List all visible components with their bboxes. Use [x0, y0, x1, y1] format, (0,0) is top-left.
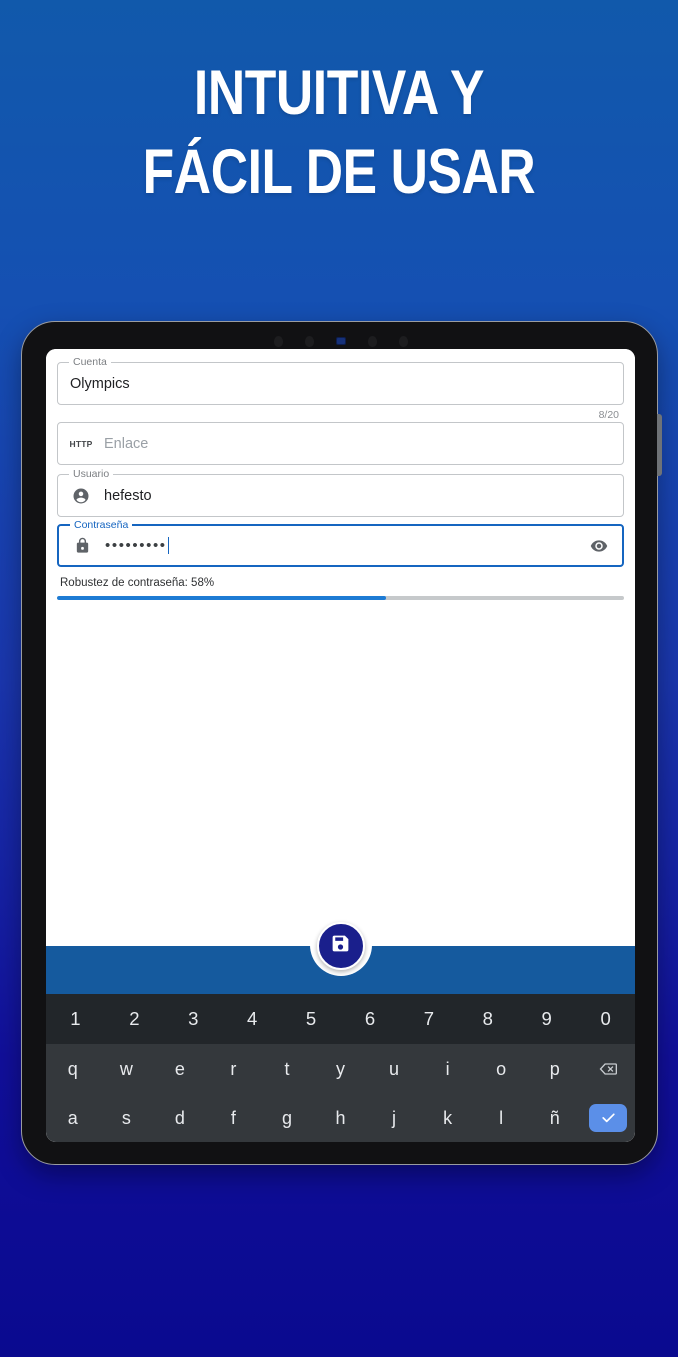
keyboard-key-4[interactable]: 4: [223, 994, 282, 1044]
keyboard-key-l[interactable]: l: [474, 1093, 528, 1142]
password-strength-fill: [57, 596, 386, 600]
keyboard-key-s[interactable]: s: [100, 1093, 154, 1142]
sensor-dot-icon: [273, 335, 283, 347]
keyboard-key-6[interactable]: 6: [341, 994, 400, 1044]
sensor-dot-icon: [398, 335, 408, 347]
keyboard-row-home: asdfghjklñ: [46, 1093, 635, 1142]
sensor-dot-icon: [304, 335, 314, 347]
keyboard-key-q[interactable]: q: [46, 1044, 100, 1093]
keyboard-key-7[interactable]: 7: [399, 994, 458, 1044]
account-field-label: Cuenta: [69, 356, 111, 368]
backspace-icon[interactable]: [581, 1044, 635, 1093]
user-field-label: Usuario: [69, 468, 114, 480]
headline-line-2: FÁCIL DE USAR: [142, 137, 536, 207]
tablet-device-frame: Cuenta Olympics 8/20 HTTP Enlace Usuario: [21, 321, 662, 1165]
keyboard-key-i[interactable]: i: [421, 1044, 475, 1093]
app-root: Cuenta Olympics 8/20 HTTP Enlace Usuario: [46, 349, 635, 1142]
on-screen-keyboard: 1234567890 qwertyuiop asdfghjklñ: [46, 994, 635, 1142]
keyboard-key-1[interactable]: 1: [46, 994, 105, 1044]
link-field-placeholder: Enlace: [104, 435, 149, 452]
keyboard-key-u[interactable]: u: [367, 1044, 421, 1093]
keyboard-key-t[interactable]: t: [260, 1044, 314, 1093]
tablet-screen: Cuenta Olympics 8/20 HTTP Enlace Usuario: [46, 349, 635, 1142]
sensor-dot-icon: [367, 335, 377, 347]
password-strength-bar: [57, 596, 624, 600]
keyboard-row-numbers: 1234567890: [46, 994, 635, 1044]
keyboard-key-8[interactable]: 8: [458, 994, 517, 1044]
keyboard-key-r[interactable]: r: [207, 1044, 261, 1093]
http-icon: HTTP: [69, 438, 93, 449]
password-field-value: •••••••••: [105, 536, 167, 554]
user-field-value: hefesto: [104, 487, 152, 504]
account-field-value: Olympics: [70, 375, 130, 392]
keyboard-key-9[interactable]: 9: [517, 994, 576, 1044]
account-field[interactable]: Cuenta Olympics: [57, 356, 624, 405]
save-fab-button[interactable]: [316, 922, 365, 970]
keyboard-key-j[interactable]: j: [367, 1093, 421, 1142]
password-strength-label: Robustez de contraseña: 58%: [60, 577, 215, 589]
link-field[interactable]: HTTP Enlace: [57, 422, 624, 465]
keyboard-key-3[interactable]: 3: [164, 994, 223, 1044]
keyboard-key-f[interactable]: f: [207, 1093, 261, 1142]
keyboard-key-y[interactable]: y: [314, 1044, 368, 1093]
account-char-counter: 8/20: [598, 409, 619, 421]
front-camera-icon: [335, 337, 346, 345]
bezel-sensor-array: [22, 334, 659, 348]
save-icon: [330, 933, 351, 959]
keyboard-key-k[interactable]: k: [421, 1093, 475, 1142]
keyboard-key-o[interactable]: o: [474, 1044, 528, 1093]
keyboard-key-h[interactable]: h: [314, 1093, 368, 1142]
password-field[interactable]: Contraseña •••••••••: [57, 519, 624, 567]
headline-line-1: INTUITIVA Y: [193, 58, 485, 128]
page-title: INTUITIVA Y FÁCIL DE USAR: [61, 54, 617, 212]
keyboard-key-p[interactable]: p: [528, 1044, 582, 1093]
keyboard-key-2[interactable]: 2: [105, 994, 164, 1044]
keyboard-key-e[interactable]: e: [153, 1044, 207, 1093]
user-field[interactable]: Usuario hefesto: [57, 468, 624, 517]
credential-form: Cuenta Olympics 8/20 HTTP Enlace Usuario: [46, 349, 635, 600]
eye-icon[interactable]: [588, 537, 610, 555]
keyboard-key-0[interactable]: 0: [576, 994, 635, 1044]
power-button[interactable]: [657, 414, 662, 476]
keyboard-key-w[interactable]: w: [100, 1044, 154, 1093]
keyboard-key-d[interactable]: d: [153, 1093, 207, 1142]
keyboard-key-5[interactable]: 5: [282, 994, 341, 1044]
keyboard-row-top: qwertyuiop: [46, 1044, 635, 1093]
text-caret: [167, 537, 170, 554]
keyboard-key-g[interactable]: g: [260, 1093, 314, 1142]
keyboard-key-a[interactable]: a: [46, 1093, 100, 1142]
lock-icon: [71, 537, 93, 554]
account-circle-icon: [70, 487, 92, 505]
check-icon: [589, 1103, 628, 1132]
keyboard-key-ñ[interactable]: ñ: [528, 1093, 582, 1142]
keyboard-enter-key[interactable]: [581, 1093, 635, 1142]
password-field-label: Contraseña: [70, 519, 133, 531]
